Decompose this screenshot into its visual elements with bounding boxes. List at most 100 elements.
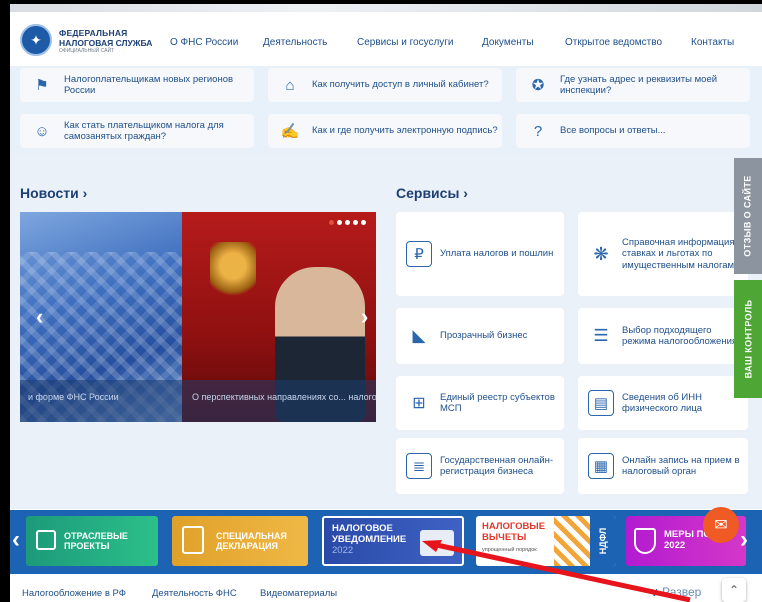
- nav-contacts[interactable]: Контакты: [691, 37, 734, 48]
- service-inn-info[interactable]: ▤ Сведения об ИНН физического лица: [578, 376, 748, 430]
- banner-special-declaration[interactable]: СПЕЦИАЛЬНАЯ ДЕКЛАРАЦИЯ: [172, 516, 308, 566]
- chevron-down-icon: ∨: [650, 585, 663, 599]
- news-caption-left[interactable]: и форме ФНС России: [28, 392, 119, 402]
- services-title[interactable]: Сервисы ›: [396, 185, 468, 201]
- faq-item-all-questions[interactable]: ? Все вопросы и ответы...: [516, 114, 750, 148]
- brand-line3: ОФИЦИАЛЬНЫЙ САЙТ: [59, 48, 115, 54]
- brand-line1: ФЕДЕРАЛЬНАЯ: [59, 28, 128, 38]
- banner-tax-deductions[interactable]: НАЛОГОВЫЕ ВЫЧЕТЫ упрощенный порядок НДФЛ: [476, 516, 616, 566]
- carousel-dot[interactable]: [353, 220, 358, 225]
- envelope-icon: [420, 530, 454, 556]
- banner-line: УВЕДОМЛЕНИЕ: [332, 533, 407, 545]
- carousel-dot[interactable]: [337, 220, 342, 225]
- banner-line: 2022: [664, 539, 686, 551]
- banner-next-icon[interactable]: ›: [740, 526, 748, 554]
- question-icon: ?: [533, 122, 543, 140]
- nav-documents[interactable]: Документы: [482, 37, 534, 48]
- faq-text: Как стать плательщиком налога для самоза…: [64, 119, 224, 142]
- flashlight-icon: ◣: [412, 326, 426, 345]
- signature-icon: ✍: [280, 123, 300, 140]
- service-tax-payment[interactable]: ₽ Уплата налогов и пошлин: [396, 212, 564, 296]
- feedback-tab-label: ОТЗЫВ О САЙТЕ: [743, 175, 753, 257]
- people-icon: ☺: [34, 122, 50, 140]
- news-title[interactable]: Новости ›: [20, 185, 87, 201]
- ndfl-badge: НДФЛ: [590, 516, 616, 566]
- service-online-registration[interactable]: ≣ Государственная онлайн-регистрация биз…: [396, 438, 564, 494]
- service-transparent-business[interactable]: ◣ Прозрачный бизнес: [396, 308, 564, 364]
- payment-icon: ₽: [406, 241, 432, 267]
- banner-line: 2022: [332, 544, 354, 556]
- appointment-icon: ▦: [588, 453, 614, 479]
- banner-tax-notice[interactable]: НАЛОГОВОЕ УВЕДОМЛЕНИЕ 2022: [322, 516, 464, 566]
- brand-line2: НАЛОГОВАЯ СЛУЖБА: [59, 37, 153, 48]
- footer-link-activity[interactable]: Деятельность ФНС: [152, 588, 237, 599]
- carousel-dots[interactable]: [329, 220, 366, 225]
- registry-icon: ⊞: [412, 395, 426, 412]
- faq-text: Как получить доступ в личный кабинет?: [312, 79, 489, 91]
- feedback-tab[interactable]: ОТЗЫВ О САЙТЕ: [734, 158, 762, 274]
- faq-text: Где узнать адрес и реквизиты моей инспек…: [560, 73, 718, 96]
- document-icon: [182, 526, 204, 554]
- footer-link-videos[interactable]: Видеоматериалы: [260, 588, 337, 599]
- faq-item-new-regions[interactable]: ⚑ Налогоплательщикам новых регионов Росс…: [20, 68, 254, 102]
- faq-text: Налогоплательщикам новых регионов России: [64, 73, 234, 96]
- service-label: Государственная онлайн-регистрация бизне…: [440, 454, 554, 477]
- banner-prev-icon[interactable]: ‹: [12, 526, 20, 554]
- faq-item-personal-cabinet[interactable]: ⌂ Как получить доступ в личный кабинет?: [268, 68, 502, 102]
- inn-icon: ▤: [588, 390, 614, 416]
- carousel-dot[interactable]: [361, 220, 366, 225]
- carousel-dot[interactable]: [329, 220, 334, 225]
- fns-logo-icon[interactable]: ✦: [20, 24, 52, 56]
- control-tab-label: ВАШ КОНТРОЛЬ: [743, 299, 753, 379]
- banner-line: ВЫЧЕТЫ: [482, 531, 527, 543]
- faq-item-e-signature[interactable]: ✍ Как и где получить электронную подпись…: [268, 114, 502, 148]
- news-next-arrow-icon[interactable]: ›: [361, 304, 368, 330]
- service-tax-regime[interactable]: ☰ Выбор подходящего режима налогообложен…: [578, 308, 748, 364]
- site-header: ✦ ФЕДЕРАЛЬНАЯ НАЛОГОВАЯ СЛУЖБА ОФИЦИАЛЬН…: [10, 12, 762, 66]
- stripes-decoration: [554, 516, 590, 566]
- banner-line: ОТРАСЛЕВЫЕ: [64, 531, 128, 541]
- carousel-dot[interactable]: [345, 220, 350, 225]
- footer-link-taxation[interactable]: Налогообложение в РФ: [22, 588, 126, 599]
- scroll-up-button[interactable]: ⌃: [722, 578, 746, 602]
- banner-line: ДЕКЛАРАЦИЯ: [216, 541, 278, 552]
- banner-line: НАЛОГОВОЕ: [332, 523, 393, 534]
- service-label: Справочная информация о ставках и льгота…: [622, 236, 743, 271]
- banner-text: НАЛОГОВЫЕ ВЫЧЕТЫ упрощенный порядок: [482, 521, 545, 555]
- registration-icon: ≣: [406, 453, 432, 479]
- banner-text: НАЛОГОВОЕ УВЕДОМЛЕНИЕ 2022: [332, 523, 407, 557]
- lock-icon: ⌂: [285, 76, 295, 94]
- nav-about[interactable]: О ФНС России: [170, 37, 238, 48]
- news-carousel[interactable]: и форме ФНС России О перспективных напра…: [20, 212, 376, 422]
- banner-industry-projects[interactable]: ОТРАСЛЕВЫЕ ПРОЕКТЫ: [26, 516, 158, 566]
- rates-icon: ❋: [593, 243, 609, 264]
- service-msp-registry[interactable]: ⊞ Единый реестр субъектов МСП: [396, 376, 564, 430]
- banner-text: МЕРЫ ПО 2022: [664, 529, 711, 552]
- news-caption-right[interactable]: О перспективных направлениях со... налог…: [192, 392, 376, 402]
- expand-link[interactable]: ∨ Развер: [650, 585, 701, 599]
- faq-item-self-employed[interactable]: ☺ Как стать плательщиком налога для само…: [20, 114, 254, 148]
- control-tab[interactable]: ВАШ КОНТРОЛЬ: [734, 280, 762, 398]
- service-label: Выбор подходящего режима налогообложения: [622, 324, 738, 347]
- brand-text[interactable]: ФЕДЕРАЛЬНАЯ НАЛОГОВАЯ СЛУЖБА ОФИЦИАЛЬНЫЙ…: [59, 29, 152, 54]
- expand-label: Развер: [662, 585, 702, 599]
- sliders-icon: ☰: [593, 326, 609, 345]
- news-prev-arrow-icon[interactable]: ‹: [36, 304, 43, 330]
- banner-line: ПРОЕКТЫ: [64, 541, 110, 552]
- nav-open-agency[interactable]: Открытое ведомство: [565, 37, 662, 48]
- banner-line: упрощенный порядок: [482, 546, 537, 553]
- faq-text: Все вопросы и ответы...: [560, 125, 666, 137]
- shield-icon: [634, 528, 656, 554]
- service-property-rates[interactable]: ❋ Справочная информация о ставках и льго…: [578, 212, 748, 296]
- nav-activity[interactable]: Деятельность: [263, 37, 327, 48]
- nav-services[interactable]: Сервисы и госуслуги: [357, 37, 454, 48]
- news-caption-bar: и форме ФНС России О перспективных напра…: [20, 380, 376, 422]
- service-label: Онлайн запись на прием в налоговый орган: [622, 454, 740, 477]
- service-label: Сведения об ИНН физического лица: [622, 391, 703, 414]
- faq-item-inspection-address[interactable]: ✪ Где узнать адрес и реквизиты моей инсп…: [516, 68, 750, 102]
- chat-bubble-icon[interactable]: ✉: [703, 507, 739, 543]
- emblem-icon: ✪: [531, 77, 545, 94]
- chevron-up-icon: ⌃: [728, 583, 740, 597]
- service-online-appointment[interactable]: ▦ Онлайн запись на прием в налоговый орг…: [578, 438, 748, 494]
- service-label: Прозрачный бизнес: [440, 330, 528, 342]
